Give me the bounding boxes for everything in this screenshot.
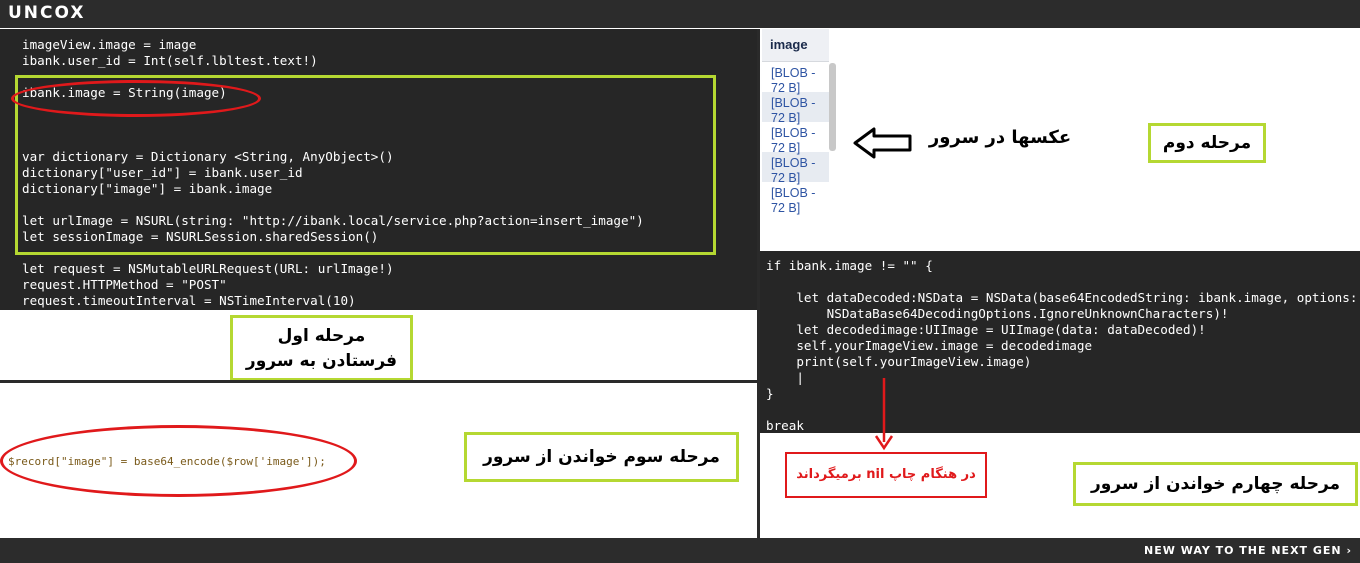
arrow-left-icon <box>853 127 912 159</box>
step4-note: در هنگام چاپ nil برمیگرداند <box>785 452 987 498</box>
header-bar: UNCOX <box>0 0 1360 28</box>
db-scrollbar[interactable] <box>829 63 836 151</box>
step1-red-oval <box>11 80 261 117</box>
db-row[interactable]: [BLOB - 72 B] <box>762 182 829 215</box>
step4-code-panel: if ibank.image != "" { let dataDecoded:N… <box>760 251 1360 433</box>
db-row[interactable]: [BLOB - 72 B] <box>762 62 829 95</box>
left-horizontal-divider <box>0 380 757 383</box>
footer-bar: NEW WAY TO THE NEXT GEN › <box>0 538 1360 563</box>
step1-label: مرحله اول فرستادن به سرور <box>230 315 413 381</box>
db-row[interactable]: [BLOB - 72 B] <box>762 152 829 185</box>
db-row[interactable]: [BLOB - 72 B] <box>762 122 829 155</box>
step2-db-table: image [BLOB - 72 B] [BLOB - 72 B] [BLOB … <box>762 29 829 247</box>
step1-label-line1: مرحله اول <box>277 326 366 346</box>
footer-slogan[interactable]: NEW WAY TO THE NEXT GEN › <box>1144 544 1352 557</box>
step3-php-code: $record["image"] = base64_encode($row['i… <box>8 455 326 468</box>
site-logo[interactable]: UNCOX <box>8 3 85 23</box>
step2-label: مرحله دوم <box>1148 123 1266 163</box>
db-column-header[interactable]: image <box>762 29 829 62</box>
step4-label: مرحله چهارم خواندن از سرور <box>1073 462 1358 506</box>
step3-label: مرحله سوم خواندن از سرور <box>464 432 739 482</box>
step4-code: if ibank.image != "" { let dataDecoded:N… <box>766 258 1358 433</box>
step1-label-line2: فرستادن به سرور <box>245 351 398 371</box>
arrow-down-icon <box>874 378 894 451</box>
db-row[interactable]: [BLOB - 72 B] <box>762 92 829 125</box>
step2-caption: عکسها در سرور <box>928 127 1072 148</box>
